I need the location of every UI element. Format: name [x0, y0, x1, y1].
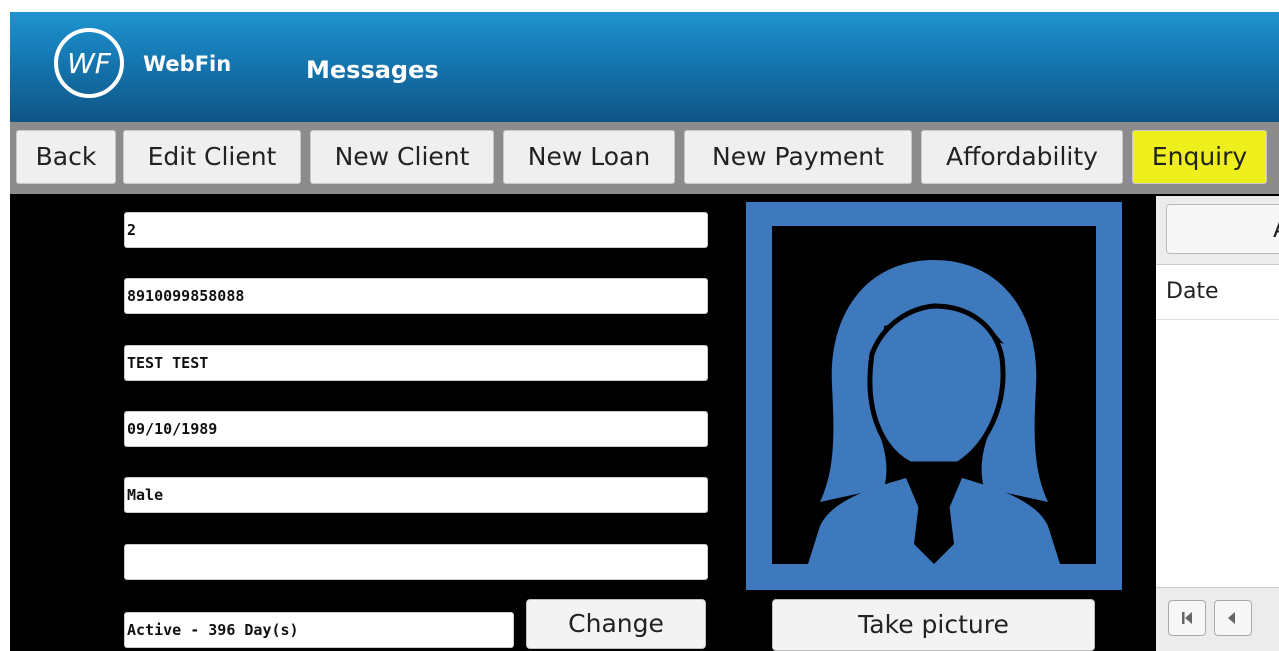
photo-frame: [746, 202, 1122, 590]
first-page-icon[interactable]: [1168, 600, 1206, 636]
id-number-field[interactable]: 8910099858088: [124, 278, 708, 314]
female-avatar-icon: [808, 260, 1060, 564]
messages-list[interactable]: Date: [1156, 264, 1279, 588]
new-loan-button[interactable]: New Loan: [503, 130, 675, 184]
change-button[interactable]: Change: [526, 599, 706, 649]
brand-name: WebFin: [143, 52, 232, 76]
affordability-button[interactable]: Affordability: [921, 130, 1123, 184]
client-number-field[interactable]: 2: [124, 212, 708, 248]
date-column-header[interactable]: Date: [1166, 279, 1219, 304]
client-name-field[interactable]: TEST TEST: [124, 345, 708, 381]
webfin-logo: WF: [52, 26, 126, 100]
status-field[interactable]: Active - 396 Day(s): [124, 612, 514, 648]
edit-client-button[interactable]: Edit Client: [123, 130, 301, 184]
enquiry-button[interactable]: Enquiry: [1132, 130, 1267, 184]
gender-field[interactable]: Male: [124, 477, 708, 513]
app-header: WF WebFin Messages: [10, 12, 1279, 122]
toolbar: Back Edit Client New Client New Loan New…: [10, 122, 1279, 194]
photo-area: [772, 226, 1096, 564]
page-title: Messages: [306, 56, 439, 84]
date-of-birth-field[interactable]: 09/10/1989: [124, 411, 708, 447]
empty-field[interactable]: [124, 544, 708, 580]
client-panel: 2 8910099858088 TEST TEST 09/10/1989 Mal…: [10, 194, 1279, 651]
prev-page-icon[interactable]: [1214, 600, 1252, 636]
side-panel: A Date: [1156, 196, 1279, 651]
svg-text:WF: WF: [67, 47, 112, 80]
header-divider: [1156, 319, 1279, 320]
new-payment-button[interactable]: New Payment: [684, 130, 912, 184]
side-top-button[interactable]: A: [1166, 204, 1279, 254]
take-picture-button[interactable]: Take picture: [772, 599, 1095, 651]
back-button[interactable]: Back: [16, 130, 116, 184]
new-client-button[interactable]: New Client: [310, 130, 494, 184]
